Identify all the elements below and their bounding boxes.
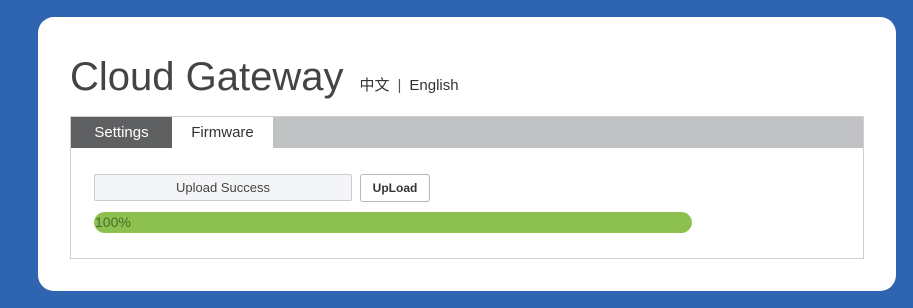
progress-label: 100% [95,214,131,230]
tab-settings[interactable]: Settings [71,117,172,148]
tab-firmware[interactable]: Firmware [172,117,273,148]
upload-button[interactable]: UpLoad [360,174,430,202]
language-switcher: 中文 | English [359,74,458,95]
tab-bar: Settings Firmware [71,117,863,148]
lang-chinese-link[interactable]: 中文 [359,74,389,95]
title-row: Cloud Gateway 中文 | English [70,55,459,100]
upload-progress-bar: 100% [94,212,692,233]
page-title: Cloud Gateway [70,55,344,99]
upload-status-field[interactable]: Upload Success [94,174,352,201]
progress-fill [94,212,692,233]
firmware-panel: Settings Firmware Upload Success UpLoad … [70,116,864,259]
lang-english-link[interactable]: English [409,77,458,94]
lang-separator: | [397,77,402,94]
main-card: Cloud Gateway 中文 | English Settings Firm… [38,17,896,291]
